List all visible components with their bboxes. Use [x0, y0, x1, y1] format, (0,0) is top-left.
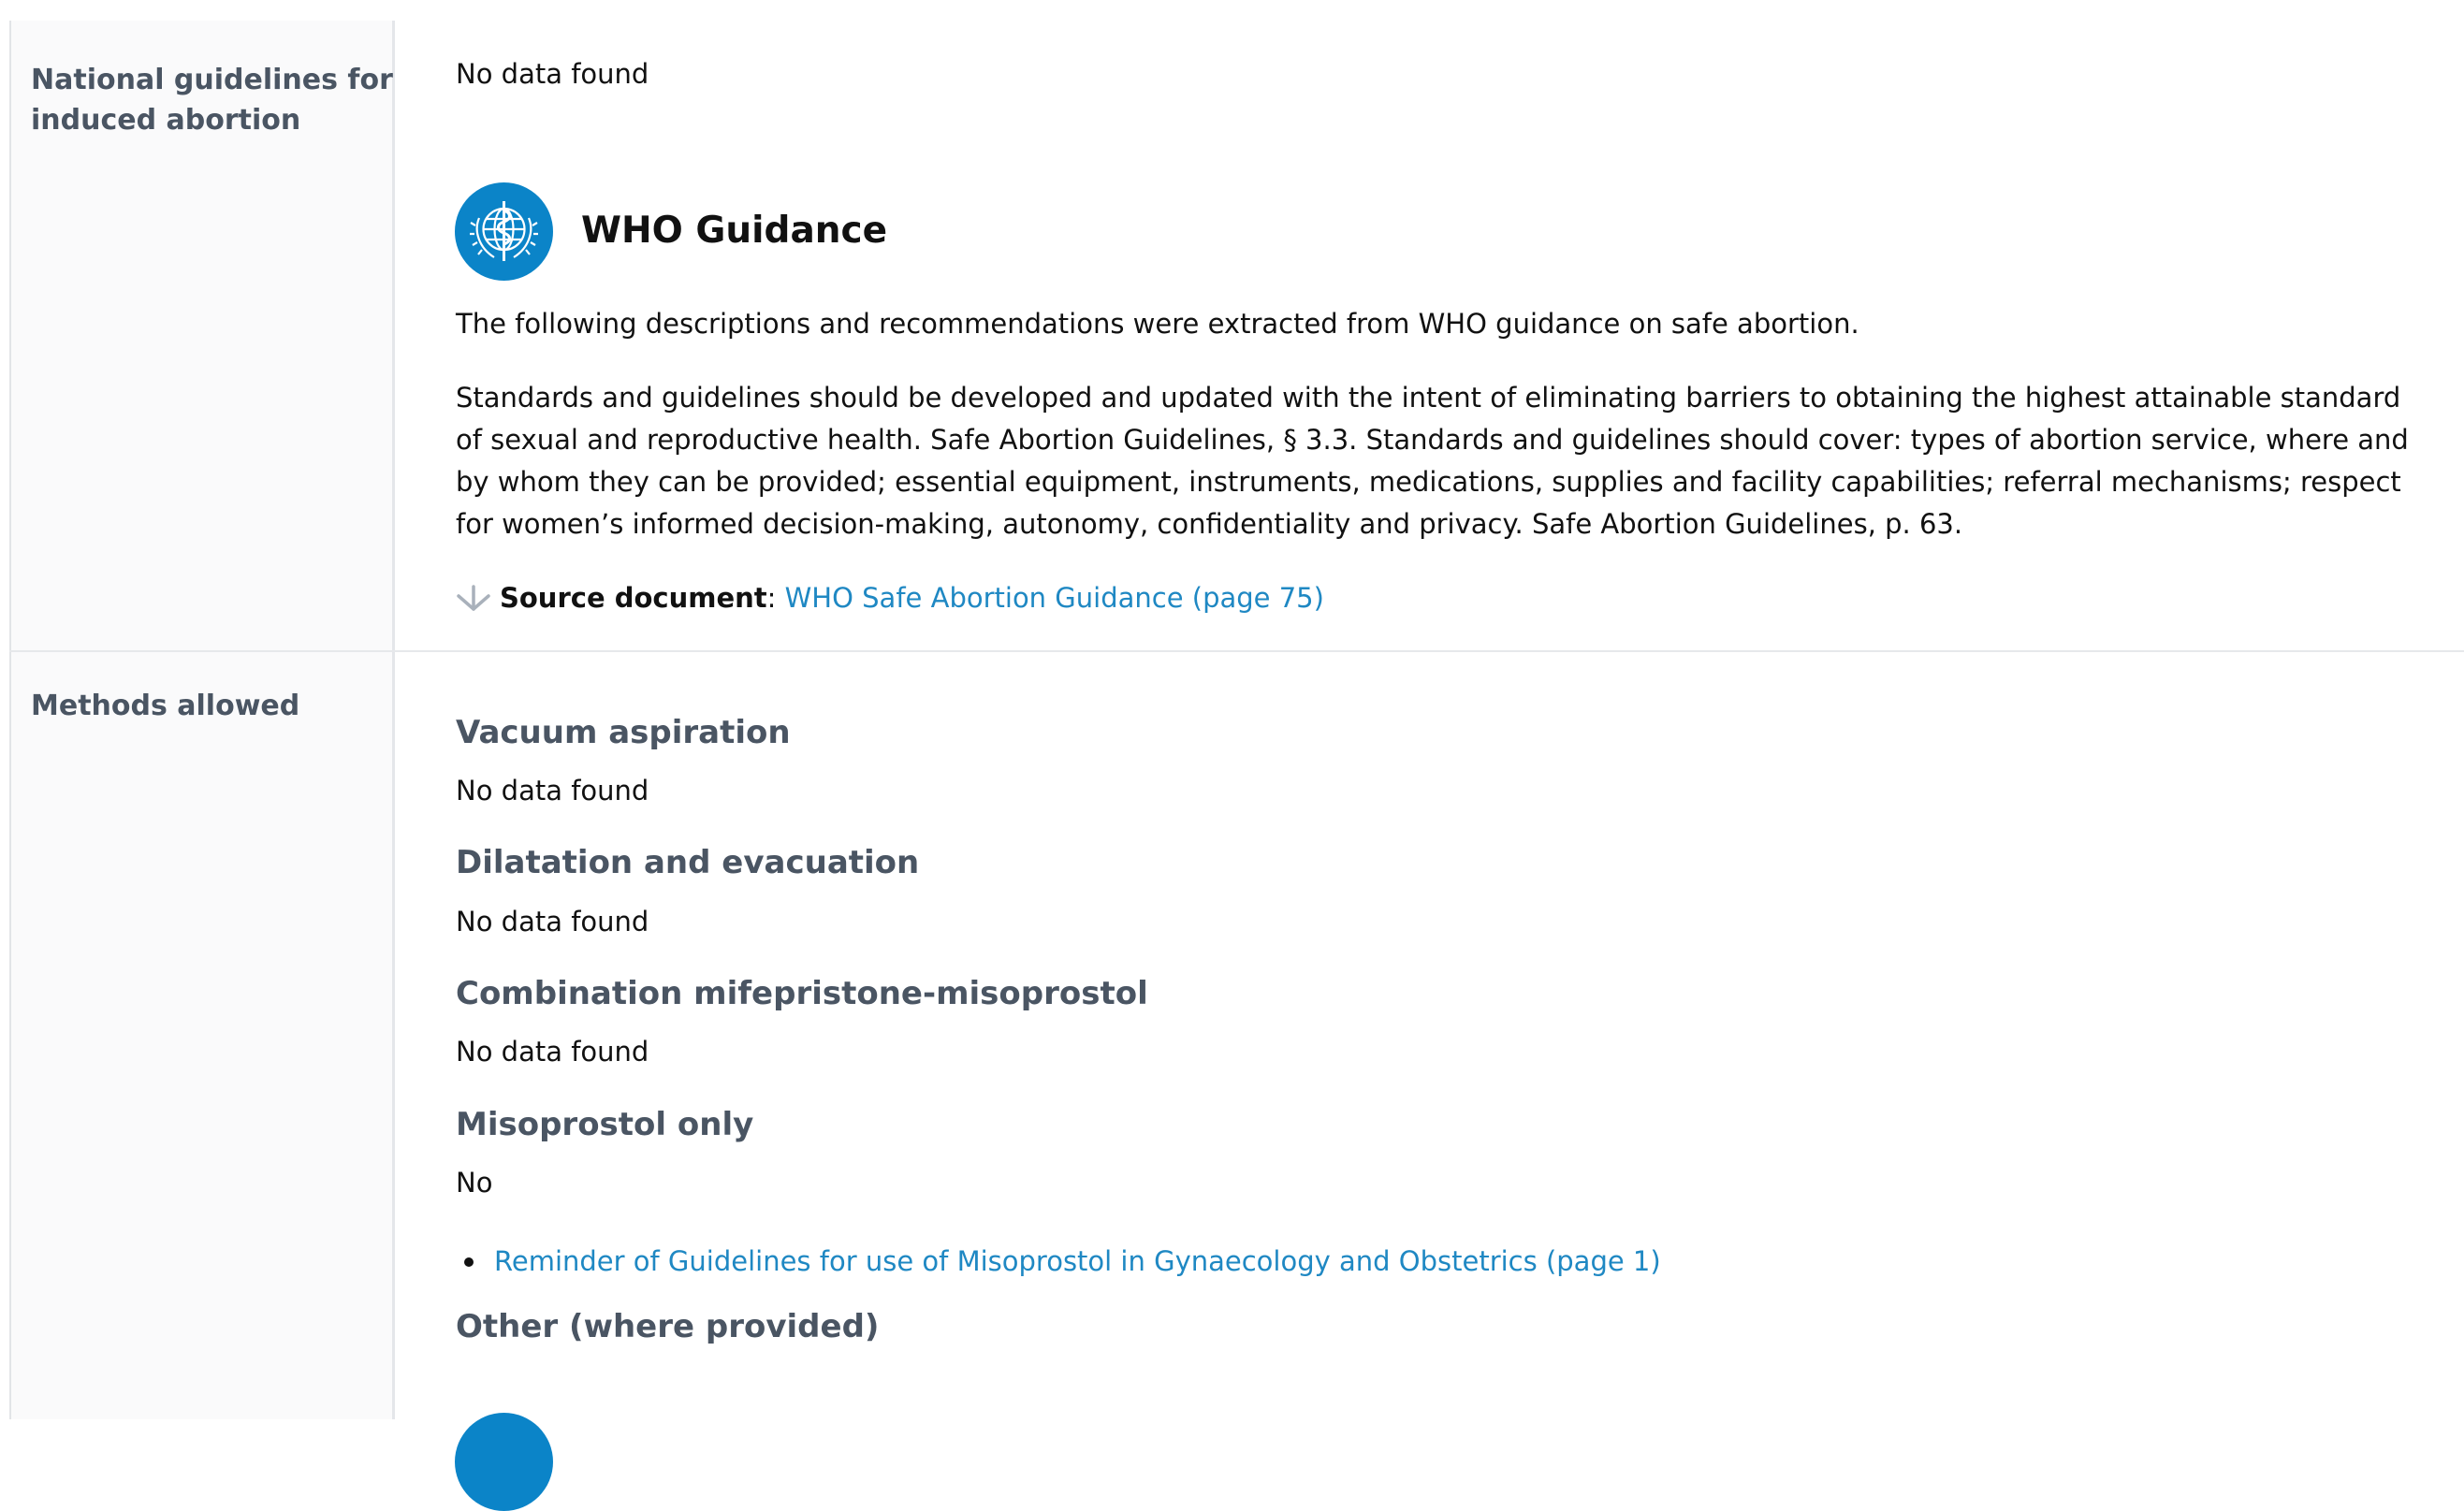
who-intro: The following descriptions and recommend…: [456, 303, 2430, 345]
download-arrow-icon[interactable]: [453, 577, 494, 618]
method-value-vacuum-aspiration: No data found: [456, 775, 649, 806]
list-bullet: [464, 1257, 474, 1267]
method-value-misoprostol-only: No: [456, 1167, 493, 1199]
method-heading-misoprostol-only: Misoprostol only: [456, 1106, 754, 1143]
who-safe-abortion-guidance-link[interactable]: WHO Safe Abortion Guidance (page 75): [785, 577, 1324, 618]
method-value-mifepristone-misoprostol: No data found: [456, 1036, 649, 1068]
who-intro-text: The following descriptions and recommend…: [456, 308, 1859, 340]
method-heading-mifepristone-misoprostol: Combination mifepristone-misoprostol: [456, 975, 1148, 1012]
method-value-dilatation-evacuation: No data found: [456, 906, 649, 937]
who-body: Standards and guidelines should be devel…: [456, 377, 2430, 545]
source-document-line: Source document: WHO Safe Abortion Guida…: [453, 577, 1324, 618]
country-profile-table: National guidelines for induced abortion…: [0, 0, 2464, 1511]
method-heading-other: Other (where provided): [456, 1308, 880, 1345]
method-heading-vacuum-aspiration: Vacuum aspiration: [456, 714, 791, 751]
who-emblem-icon: [455, 182, 553, 281]
national-guidelines-value: No data found: [456, 53, 2430, 95]
row-label-cell-national-guidelines: National guidelines for induced abortion: [11, 21, 395, 650]
row-label-national-guidelines: National guidelines for induced abortion: [31, 64, 393, 137]
misoprostol-guidelines-link[interactable]: Reminder of Guidelines for use of Misopr…: [494, 1241, 1661, 1282]
source-document-label: Source document: [500, 582, 767, 614]
who-emblem-icon-partial: [455, 1413, 553, 1511]
row-label-cell-methods: Methods allowed: [11, 652, 395, 1419]
who-body-text: Standards and guidelines should be devel…: [456, 382, 2409, 540]
who-guidance-title: WHO Guidance: [581, 210, 888, 252]
method-heading-dilatation-evacuation: Dilatation and evacuation: [456, 844, 920, 881]
row-label-methods-allowed: Methods allowed: [31, 690, 300, 722]
national-guidelines-value-text: No data found: [456, 58, 649, 90]
source-document-separator: :: [766, 582, 777, 614]
